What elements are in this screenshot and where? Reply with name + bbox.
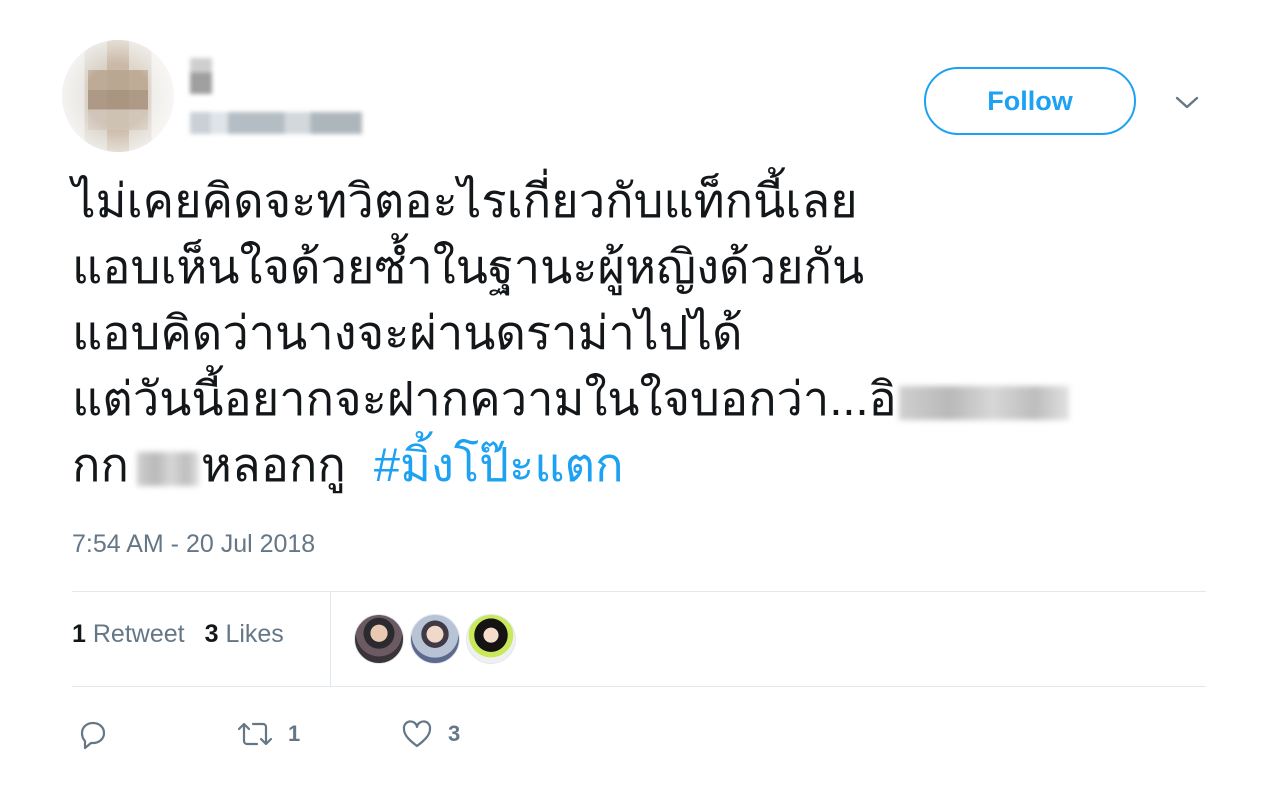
redacted-word-blur xyxy=(136,451,199,486)
tweet-card: Follow ไม่เคยคิดจะทวิตอะไรเกี่ยวกับแท็กน… xyxy=(0,0,1280,803)
retweets-stat[interactable]: 1 Retweet xyxy=(72,620,185,649)
author-handle-redacted[interactable] xyxy=(190,112,362,134)
tweet-line-text: หลอกกู xyxy=(200,438,346,491)
redacted-name-blur xyxy=(898,385,1069,420)
divider xyxy=(330,591,331,686)
like-button[interactable]: 3 xyxy=(400,712,460,756)
tweet-stats: 1 Retweet 3 Likes xyxy=(72,620,284,649)
liker-avatar[interactable] xyxy=(410,614,460,664)
likes-count: 3 xyxy=(204,620,219,648)
tweet-line: แต่วันนี้อยากจะฝากความในใจบอกว่า...อิ xyxy=(72,366,1212,432)
tweet-line: ไม่เคยคิดจะทวิตอะไรเกี่ยวกับแท็กนี้เลย xyxy=(72,174,858,227)
tweet-line: แอบคิดว่านางจะผ่านดราม่าไปได้ xyxy=(72,306,743,359)
divider xyxy=(72,591,1206,592)
follow-button[interactable]: Follow xyxy=(924,67,1136,135)
retweet-button[interactable]: 1 xyxy=(236,712,300,756)
liker-avatar[interactable] xyxy=(466,614,516,664)
tweet-line: แอบเห็นใจด้วยซ้ำในฐานะผู้หญิงด้วยกัน xyxy=(72,240,865,293)
author-name-redacted[interactable] xyxy=(190,58,212,94)
tweet-actions: 1 3 xyxy=(76,712,576,756)
chevron-down-glyph xyxy=(1175,96,1199,109)
retweets-count: 1 xyxy=(72,620,86,648)
retweets-label: Retweet xyxy=(92,620,185,648)
tweet-line-text: แต่วันนี้อยากจะฝากความในใจบอกว่า...อิ xyxy=(72,372,897,425)
author-avatar[interactable] xyxy=(62,40,174,152)
tweet-text: ไม่เคยคิดจะทวิตอะไรเกี่ยวกับแท็กนี้เลย แ… xyxy=(72,168,1212,498)
liked-by-avatars xyxy=(354,614,516,664)
like-count: 3 xyxy=(448,721,461,746)
reply-button[interactable] xyxy=(76,712,110,756)
likes-stat[interactable]: 3 Likes xyxy=(205,620,284,649)
tweet-line: กก หลอกกู #มิ้งโป๊ะแตก xyxy=(72,432,1212,498)
tweet-line-text: กก xyxy=(72,438,129,491)
liker-avatar[interactable] xyxy=(354,614,404,664)
heart-icon xyxy=(402,720,432,748)
hashtag-link[interactable]: #มิ้งโป๊ะแตก xyxy=(374,438,624,491)
retweet-count: 1 xyxy=(288,721,301,746)
tweet-timestamp[interactable]: 7:54 AM - 20 Jul 2018 xyxy=(72,530,315,559)
reply-icon xyxy=(80,721,106,750)
likes-label: Likes xyxy=(225,620,284,648)
retweet-icon xyxy=(237,722,273,746)
divider xyxy=(72,686,1206,687)
chevron-down-icon[interactable] xyxy=(1172,88,1202,118)
